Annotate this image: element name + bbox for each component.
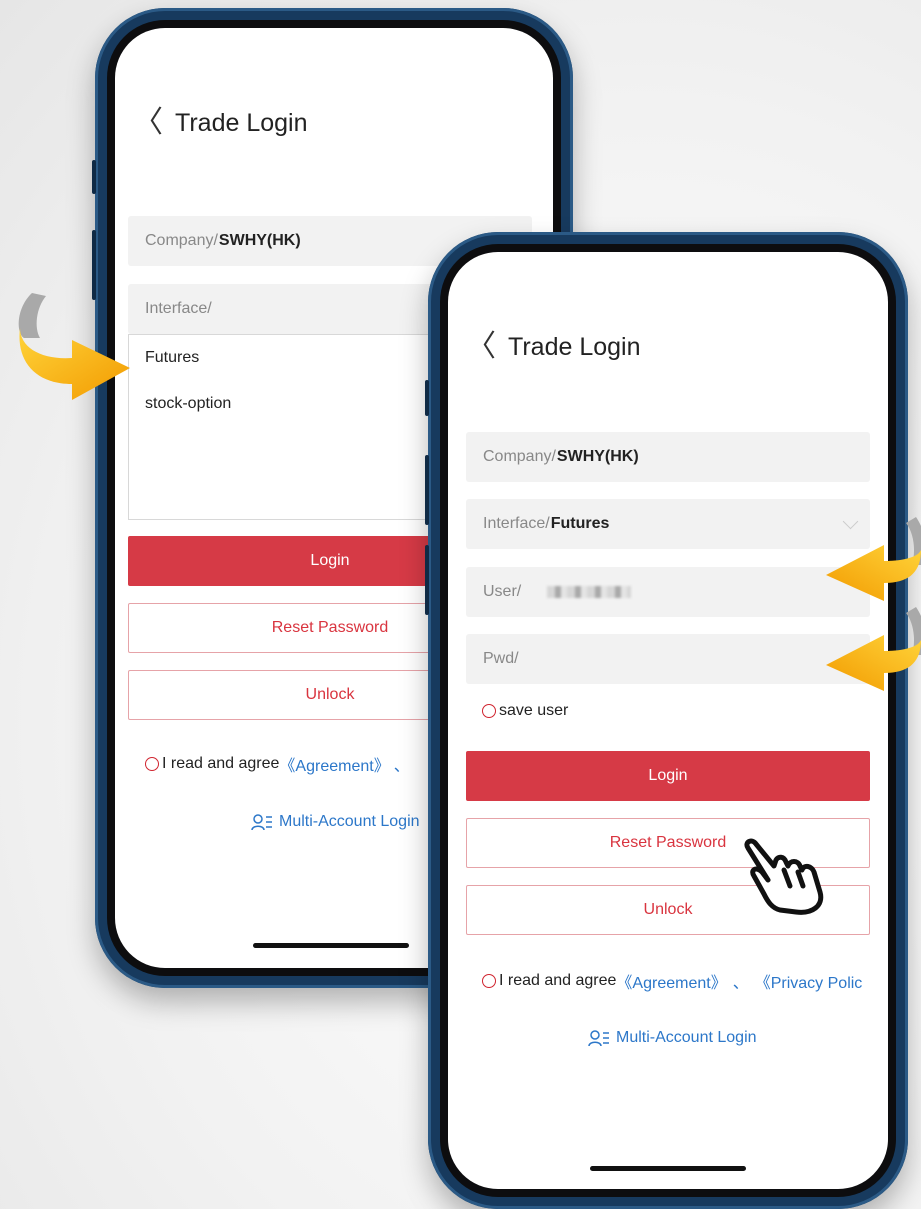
dropdown-option-stock-option[interactable]: stock-option: [145, 395, 231, 413]
interface-label: Interface/: [145, 300, 212, 317]
dropdown-option-futures[interactable]: Futures: [145, 349, 199, 367]
home-indicator: [253, 943, 409, 948]
radio-icon[interactable]: [145, 757, 159, 771]
home-indicator: [590, 1166, 746, 1171]
side-button: [425, 455, 429, 525]
curved-arrow-icon: [18, 293, 130, 400]
agree-text: I read and agree: [499, 972, 617, 989]
masked-user-value: [547, 586, 632, 598]
header: 〈 Trade Login: [133, 108, 308, 138]
header: 〈 Trade Login: [466, 332, 641, 362]
company-label: Company/: [483, 448, 556, 465]
multi-account-label: Multi-Account Login: [279, 813, 420, 830]
agreement-link[interactable]: 《Agreement》: [279, 752, 389, 776]
save-user-row[interactable]: save user: [482, 702, 568, 720]
pwd-field[interactable]: Pwd/: [466, 634, 870, 684]
agreement-row: I read and agree 《Agreement》 、 《Privacy …: [482, 969, 862, 993]
hand-pointer-icon: [744, 838, 824, 915]
multi-account-login-link[interactable]: Multi-Account Login: [588, 1029, 757, 1047]
company-value: SWHY(HK): [556, 448, 639, 465]
page-title: Trade Login: [175, 108, 308, 137]
company-label: Company/: [145, 232, 218, 249]
agree-text: I read and agree: [162, 755, 280, 772]
company-value: SWHY(HK): [218, 232, 301, 249]
pwd-label: Pwd/: [483, 650, 519, 667]
curved-arrow-icon: [826, 607, 921, 691]
side-button: [425, 380, 429, 416]
multi-account-icon: [251, 814, 272, 831]
multi-account-login-link[interactable]: Multi-Account Login: [251, 813, 420, 831]
multi-account-label: Multi-Account Login: [616, 1029, 757, 1046]
side-button: [425, 545, 429, 615]
agreement-row: I read and agree 《Agreement》 、: [145, 752, 410, 776]
phone-front-screen: 〈 Trade Login Company/SWHY(HK) Interface…: [448, 252, 888, 1189]
login-button[interactable]: Login: [466, 751, 870, 801]
user-label: User/: [483, 583, 522, 600]
side-button: [92, 160, 96, 194]
separator: 、: [732, 975, 749, 992]
privacy-policy-link[interactable]: 《Privacy Polic: [755, 969, 863, 993]
multi-account-icon: [588, 1030, 609, 1047]
agreement-link[interactable]: 《Agreement》: [616, 969, 726, 993]
phone-front: 〈 Trade Login Company/SWHY(HK) Interface…: [428, 232, 908, 1209]
chevron-left-icon[interactable]: 〈: [133, 108, 163, 138]
interface-value: Futures: [550, 515, 610, 532]
separator: 、: [393, 758, 410, 775]
company-field[interactable]: Company/SWHY(HK): [466, 432, 870, 482]
page-title: Trade Login: [508, 332, 641, 361]
save-user-label: save user: [499, 702, 569, 719]
chevron-left-icon[interactable]: 〈: [466, 332, 496, 362]
interface-label: Interface/: [483, 515, 550, 532]
user-field[interactable]: User/: [466, 567, 870, 617]
interface-field[interactable]: Interface/Futures: [466, 499, 870, 549]
phone-front-bezel: 〈 Trade Login Company/SWHY(HK) Interface…: [440, 244, 896, 1197]
radio-icon[interactable]: [482, 974, 496, 988]
radio-icon[interactable]: [482, 704, 496, 718]
